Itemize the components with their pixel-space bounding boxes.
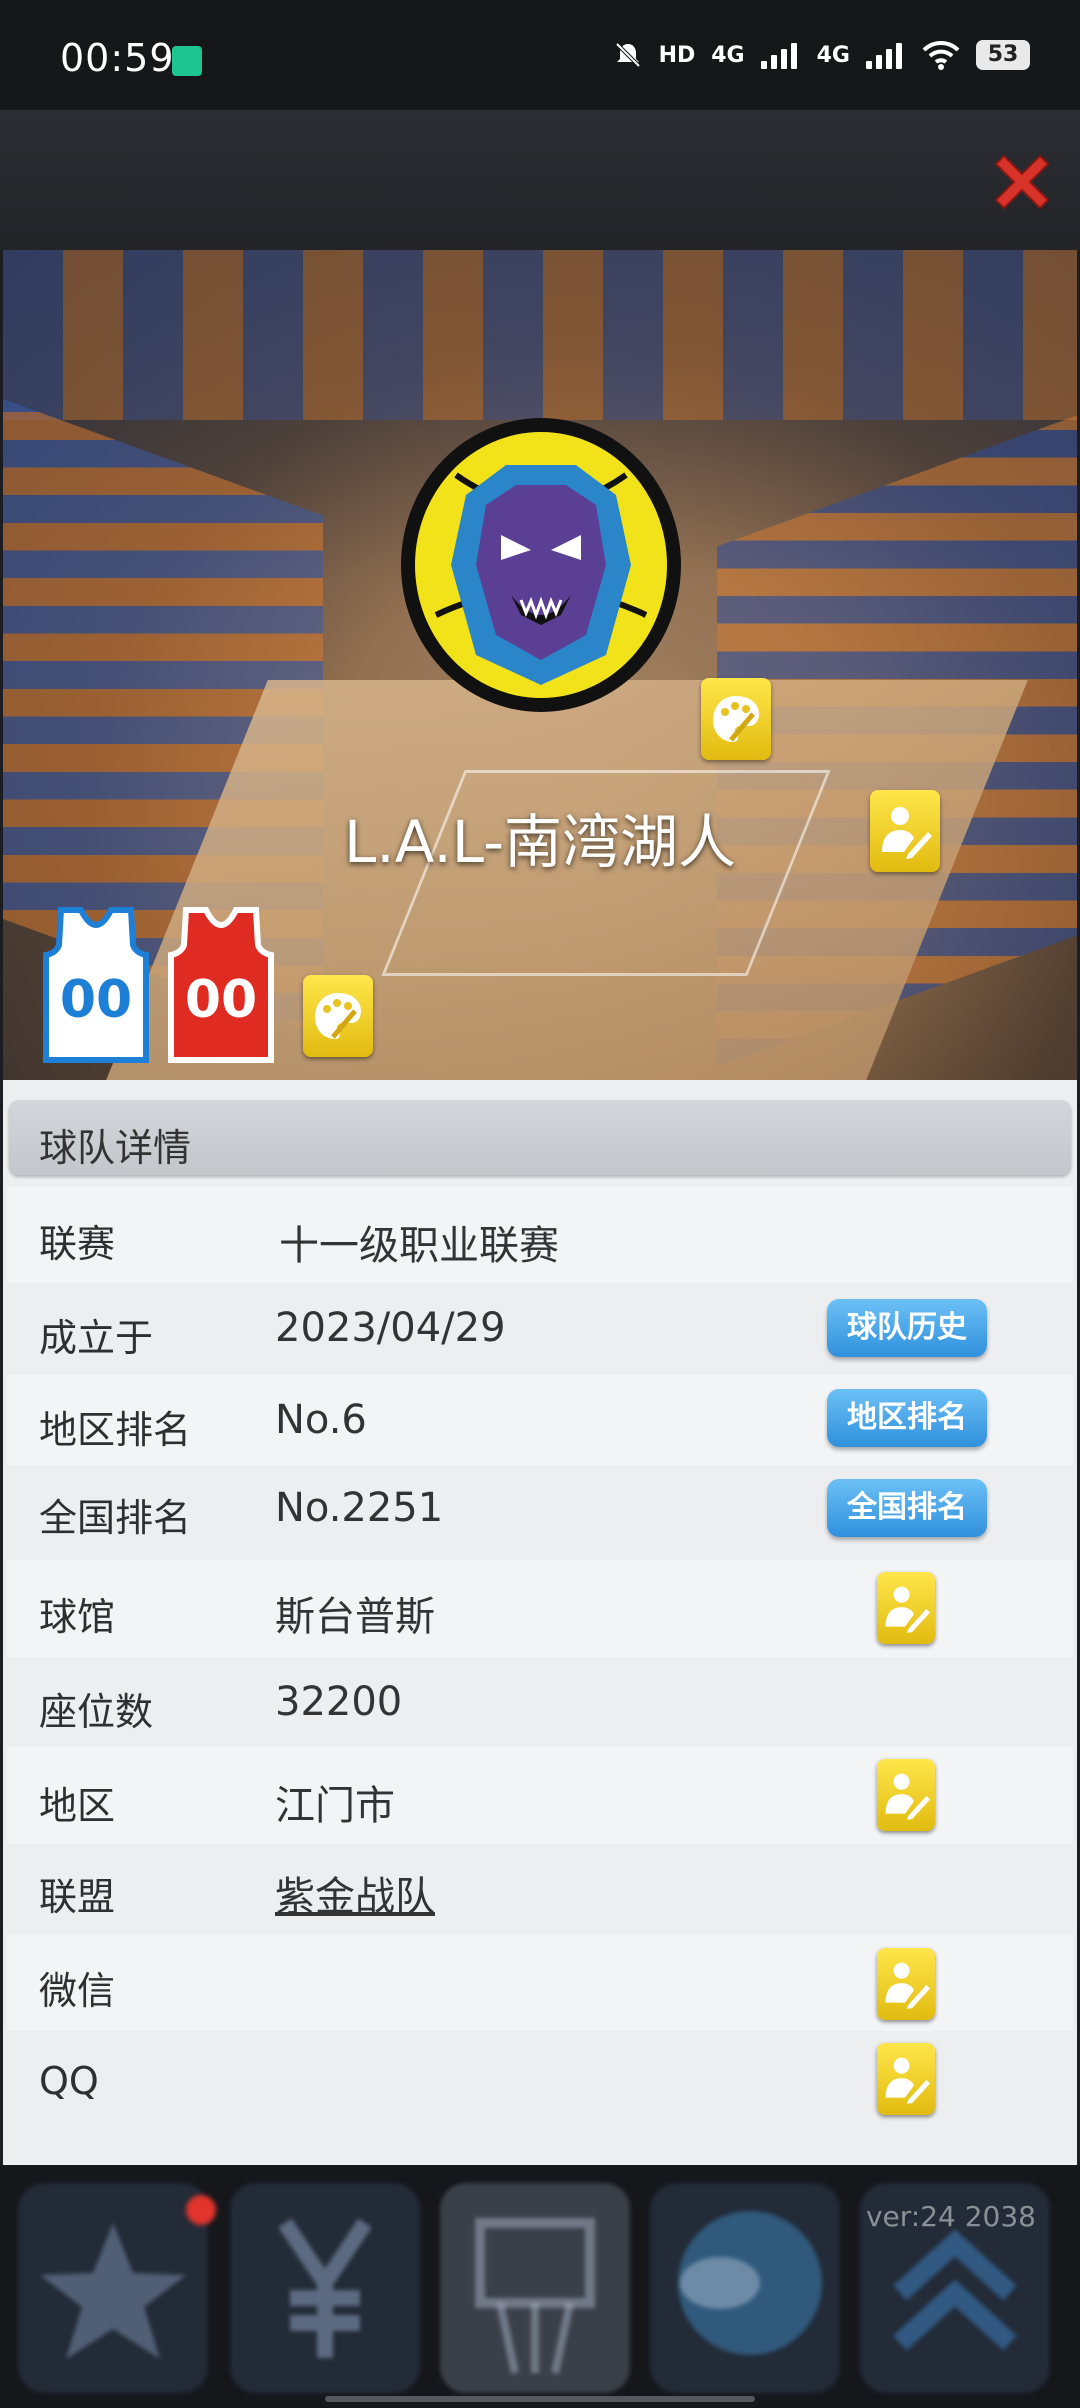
nav-item-chat[interactable] (650, 2183, 840, 2393)
team-logo-icon[interactable] (396, 415, 686, 715)
detail-row-qq: QQ (7, 2031, 1073, 2128)
edit-person-icon (885, 1773, 930, 1820)
row-label: 地区 (39, 1784, 116, 1828)
signal-4g-label-1: 4G (711, 42, 745, 68)
yen-icon (278, 2218, 372, 2358)
signal-4g-label-2: 4G (816, 42, 850, 68)
row-label: 座位数 (39, 1690, 154, 1734)
row-label: 联盟 (39, 1875, 116, 1919)
row-label: 地区排名 (39, 1408, 192, 1452)
nav-item-finance[interactable] (230, 2183, 420, 2393)
edit-wechat-button[interactable] (877, 1948, 935, 2020)
edit-person-icon (885, 1962, 930, 2009)
mute-bell-icon (615, 42, 640, 68)
home-jersey[interactable]: 00 (41, 905, 151, 1065)
edit-logo-button[interactable] (701, 678, 771, 760)
home-jersey-number: 00 (60, 970, 132, 1030)
top-header (0, 110, 1080, 250)
nav-item-team[interactable] (440, 2183, 630, 2393)
national-rank-button[interactable]: 全国排名 (827, 1479, 987, 1537)
row-value: 十一级职业联赛 (279, 1223, 559, 1269)
away-jersey-number: 00 (185, 970, 257, 1030)
arena-stands-background (3, 250, 1077, 420)
nav-item-star[interactable] (18, 2183, 216, 2393)
palette-icon (713, 696, 759, 742)
signal-bars-icon (866, 41, 906, 69)
row-value: 江门市 (275, 1783, 395, 1829)
signal-bars-icon (760, 41, 801, 69)
section-header: 球队详情 (9, 1100, 1071, 1175)
row-value: 2023/04/29 (275, 1305, 506, 1351)
team-banner: L.A.L-南湾湖人 00 00 (3, 250, 1077, 1080)
team-history-button[interactable]: 球队历史 (827, 1299, 987, 1357)
row-value: No.6 (275, 1397, 367, 1443)
detail-row-founded: 成立于 2023/04/29 球队历史 (7, 1283, 1073, 1375)
close-icon[interactable] (986, 146, 1058, 218)
row-label: 成立于 (39, 1316, 154, 1360)
status-bar: 00:59 HD 4G 4G 53 (0, 0, 1080, 110)
detail-row-national-rank: 全国排名 No.2251 全国排名 (7, 1465, 1073, 1555)
basketball-hoop-icon (475, 2218, 595, 2374)
edit-arena-button[interactable] (877, 1572, 935, 1644)
edit-qq-button[interactable] (877, 2043, 935, 2115)
detail-row-wechat: 微信 (7, 1934, 1073, 2031)
battery-indicator: 53 (976, 40, 1030, 70)
row-value: No.2251 (275, 1485, 444, 1531)
detail-row-region: 地区 江门市 (7, 1747, 1073, 1844)
row-value: 斯台普斯 (275, 1594, 435, 1640)
alliance-link[interactable]: 紫金战队 (275, 1864, 435, 1922)
chat-bubble-icon (678, 2211, 822, 2355)
row-label: 全国排名 (39, 1496, 192, 1540)
star-icon (40, 2223, 186, 2359)
detail-row-alliance: 联盟 紫金战队 (7, 1844, 1073, 1934)
section-title: 球队详情 (39, 1126, 192, 1170)
palette-icon (315, 993, 361, 1039)
row-value: 32200 (275, 1679, 403, 1725)
home-indicator[interactable] (325, 2396, 755, 2402)
status-icons: HD 4G 4G 53 (613, 40, 1030, 70)
version-text: ver:24 2038 (865, 2200, 1036, 2233)
away-jersey[interactable]: 00 (166, 905, 276, 1065)
row-label: 微信 (39, 1969, 116, 2013)
app-notification-icon (172, 46, 202, 76)
detail-row-regional-rank: 地区排名 No.6 地区排名 (7, 1375, 1073, 1465)
team-info-panel: L.A.L-南湾湖人 00 00 球队详情 联赛 十一级职业联赛 成立于 202… (3, 250, 1077, 2165)
status-time: 00:59 (60, 36, 175, 80)
hd-indicator: HD (658, 42, 696, 68)
detail-row-arena: 球馆 斯台普斯 (7, 1560, 1073, 1657)
edit-person-icon (882, 807, 932, 859)
notification-dot (186, 2195, 216, 2225)
row-label: QQ (39, 2059, 99, 2103)
edit-person-icon (885, 2057, 930, 2104)
row-label: 球馆 (39, 1595, 116, 1639)
row-label: 联赛 (39, 1222, 116, 1266)
regional-rank-button[interactable]: 地区排名 (827, 1389, 987, 1447)
edit-region-button[interactable] (877, 1759, 935, 1831)
detail-row-league: 联赛 十一级职业联赛 (7, 1187, 1073, 1283)
edit-jersey-button[interactable] (303, 975, 373, 1057)
edit-team-name-button[interactable] (870, 790, 940, 872)
wifi-icon (922, 40, 960, 70)
edit-person-icon (885, 1586, 930, 1633)
detail-row-seats: 座位数 32200 (7, 1657, 1073, 1747)
